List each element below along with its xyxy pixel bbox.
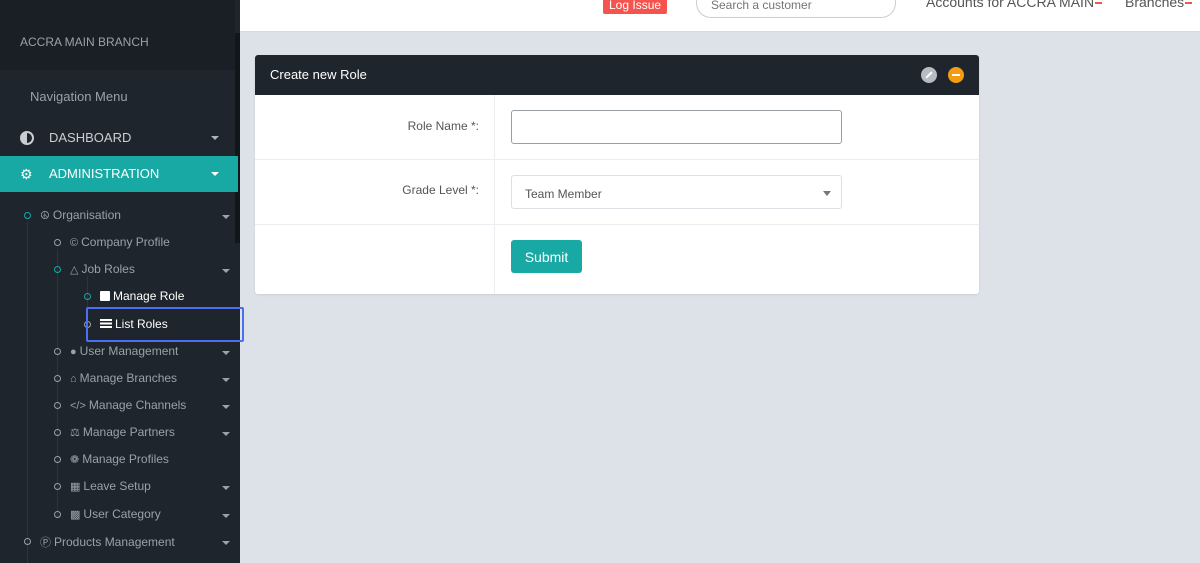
home-icon: ⌂ bbox=[70, 373, 77, 385]
bank-icon: ☮ bbox=[40, 210, 50, 222]
user-icon: ● bbox=[70, 346, 77, 358]
tree-dot bbox=[54, 429, 61, 436]
tree-dot bbox=[54, 511, 61, 518]
caret-down-icon bbox=[222, 351, 230, 355]
submit-button[interactable]: Submit bbox=[511, 240, 582, 273]
branches-link[interactable]: Branches bbox=[1125, 0, 1193, 10]
role-name-row: Role Name *: bbox=[255, 95, 979, 160]
gear-icon: ⚙ bbox=[20, 166, 33, 182]
label-column: Role Name *: bbox=[255, 95, 495, 159]
submit-row: Submit bbox=[255, 225, 979, 294]
caret-down-icon bbox=[222, 215, 230, 219]
sidebar-item-products-management[interactable]: Ⓟ Products Management bbox=[0, 532, 238, 554]
sidebar-item-label: User Category bbox=[83, 507, 161, 521]
navigation-menu-title: Navigation Menu bbox=[30, 89, 128, 104]
accounts-link[interactable]: Accounts for ACCRA MAIN bbox=[926, 0, 1103, 10]
branch-name: ACCRA MAIN BRANCH bbox=[20, 35, 149, 49]
sidebar: ACCRA MAIN BRANCH Navigation Menu DASHBO… bbox=[0, 0, 240, 563]
sidebar-item-label: Manage Channels bbox=[88, 398, 187, 412]
sidebar-item-label: Job Roles bbox=[81, 262, 135, 276]
sidebar-item-manage-role[interactable]: Manage Role bbox=[0, 287, 238, 309]
sidebar-item-manage-partners[interactable]: ⚖ Manage Partners bbox=[0, 423, 238, 445]
sidebar-item-label: User Management bbox=[79, 344, 179, 358]
grade-level-row: Grade Level *: Team Member bbox=[255, 160, 979, 225]
caret-down-icon bbox=[222, 432, 230, 436]
sidebar-item-label: Leave Setup bbox=[83, 479, 151, 493]
notification-badge bbox=[1095, 2, 1103, 4]
category-icon: ▩ bbox=[70, 509, 81, 521]
sidebar-item-user-category[interactable]: ▩ User Category bbox=[0, 505, 238, 527]
caret-down-icon bbox=[222, 405, 230, 409]
caret-down-icon bbox=[222, 514, 230, 518]
tree-dot bbox=[54, 402, 61, 409]
sidebar-item-leave-setup[interactable]: ▦ Leave Setup bbox=[0, 477, 238, 499]
menu-dashboard[interactable]: DASHBOARD bbox=[0, 120, 238, 156]
menu-dashboard-label: DASHBOARD bbox=[49, 130, 132, 145]
sidebar-item-label: Manage Branches bbox=[79, 371, 178, 385]
sidebar-item-job-roles[interactable]: △ Job Roles bbox=[0, 260, 238, 282]
sidebar-item-user-management[interactable]: ● User Management bbox=[0, 342, 238, 364]
sidebar-item-label: Company Profile bbox=[81, 235, 170, 249]
caret-down-icon bbox=[222, 378, 230, 382]
sidebar-item-label: Manage Role bbox=[113, 289, 185, 303]
menu-administration[interactable]: ⚙ ADMINISTRATION bbox=[0, 156, 238, 192]
label-column bbox=[255, 225, 495, 294]
accounts-link-label: Accounts for ACCRA MAIN bbox=[926, 0, 1095, 10]
sidebar-item-manage-profiles[interactable]: ❁ Manage Profiles bbox=[0, 450, 238, 472]
caret-down-icon bbox=[211, 136, 219, 140]
panel-title: Create new Role bbox=[270, 67, 367, 82]
tree-dot bbox=[54, 375, 61, 382]
copyright-icon: © bbox=[70, 237, 79, 249]
notification-badge bbox=[1185, 2, 1193, 4]
panel-header: Create new Role bbox=[255, 55, 979, 95]
branches-link-label: Branches bbox=[1125, 0, 1185, 10]
caret-down-icon bbox=[211, 172, 219, 176]
sidebar-item-company-profile[interactable]: © Company Profile bbox=[0, 233, 238, 255]
create-role-panel: Create new Role Role Name *: Grade Level… bbox=[255, 55, 979, 294]
product-icon: Ⓟ bbox=[40, 537, 51, 549]
sidebar-item-manage-channels[interactable]: </> Manage Channels bbox=[0, 396, 238, 418]
role-name-label: Role Name *: bbox=[407, 119, 479, 133]
map-icon: ▦ bbox=[70, 481, 81, 493]
sidebar-item-label: Manage Profiles bbox=[82, 452, 169, 466]
tree-dot bbox=[24, 212, 31, 219]
grade-level-value: Team Member bbox=[525, 187, 602, 201]
grade-level-select[interactable]: Team Member bbox=[511, 175, 842, 209]
chevron-down-icon bbox=[823, 191, 831, 196]
sidebar-item-organisation[interactable]: ☮ Organisation bbox=[0, 206, 238, 228]
tree-dot bbox=[54, 348, 61, 355]
tree-dot bbox=[84, 293, 91, 300]
search-input[interactable] bbox=[711, 0, 881, 12]
graduation-cap-icon: △ bbox=[70, 264, 79, 276]
label-column: Grade Level *: bbox=[255, 160, 495, 224]
expand-icon[interactable] bbox=[921, 67, 937, 83]
code-icon: </> bbox=[70, 400, 86, 412]
customer-search[interactable] bbox=[696, 0, 896, 18]
log-issue-button[interactable]: Log Issue bbox=[603, 0, 668, 14]
tree-dot bbox=[54, 266, 61, 273]
tree-dot bbox=[54, 456, 61, 463]
branch-header: ACCRA MAIN BRANCH bbox=[0, 0, 235, 70]
gear-outline-icon: ❁ bbox=[70, 454, 80, 466]
caret-down-icon bbox=[222, 269, 230, 273]
grade-level-label: Grade Level *: bbox=[402, 183, 479, 197]
sidebar-item-label: Manage Partners bbox=[82, 425, 175, 439]
caret-down-icon bbox=[222, 486, 230, 490]
collapse-icon[interactable] bbox=[948, 67, 964, 83]
sidebar-item-label: Products Management bbox=[54, 535, 175, 549]
caret-down-icon bbox=[222, 541, 230, 545]
adjust-icon bbox=[20, 131, 34, 145]
role-name-input[interactable] bbox=[511, 110, 842, 144]
tree-dot bbox=[54, 239, 61, 246]
sidebar-item-manage-branches[interactable]: ⌂ Manage Branches bbox=[0, 369, 238, 391]
sidebar-item-label: Organisation bbox=[52, 208, 121, 222]
menu-administration-label: ADMINISTRATION bbox=[49, 166, 160, 181]
focus-highlight bbox=[86, 307, 244, 342]
edit-icon bbox=[100, 291, 110, 301]
tree-dot bbox=[24, 538, 31, 545]
balance-scale-icon: ⚖ bbox=[70, 427, 80, 439]
tree-dot bbox=[54, 483, 61, 490]
